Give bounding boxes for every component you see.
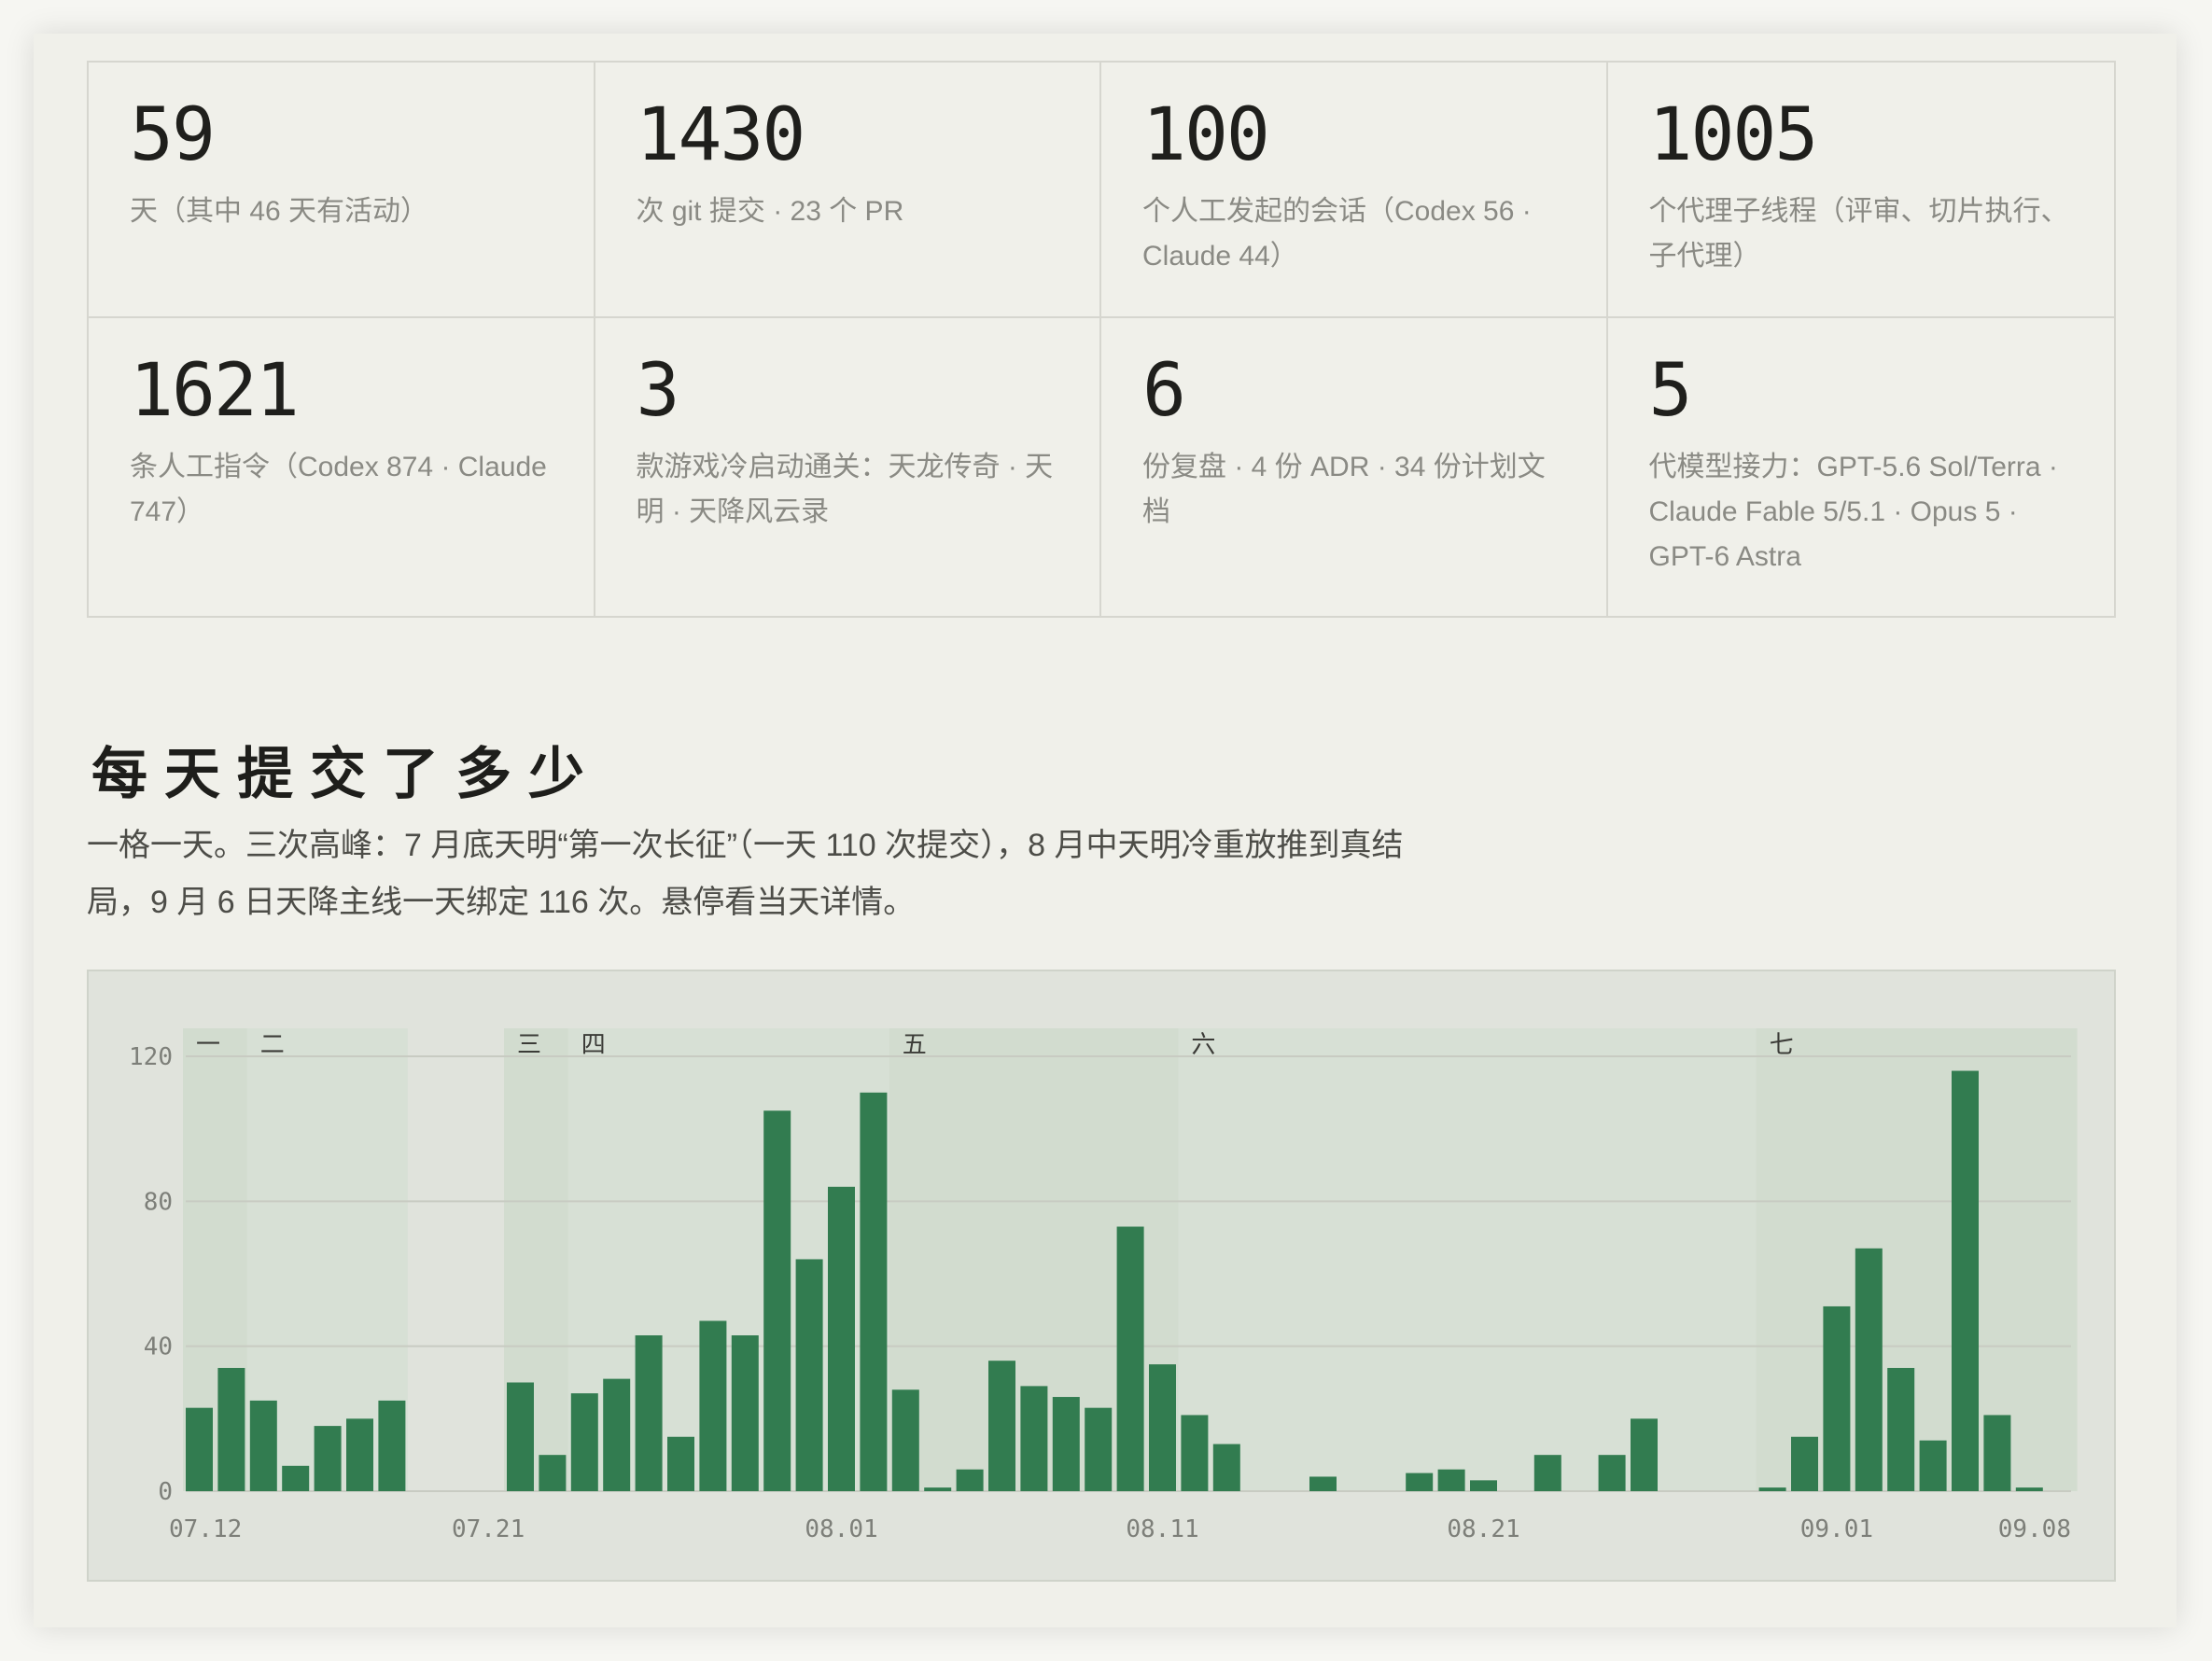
bar-07.26 bbox=[635, 1335, 663, 1491]
stat-desc: 次 git 提交 · 23 个 PR bbox=[636, 196, 904, 227]
stats-grid: 59 天（其中 46 天有活动） 1430 次 git 提交 · 23 个 PR… bbox=[87, 61, 2116, 618]
bar-07.24 bbox=[570, 1393, 598, 1491]
bar-07.16 bbox=[314, 1426, 342, 1491]
stat-number: 100 bbox=[1142, 93, 1270, 177]
stat-number: 5 bbox=[1648, 349, 1693, 433]
bar-08.21 bbox=[1470, 1480, 1497, 1491]
bar-08.02 bbox=[860, 1092, 888, 1491]
bar-08.26 bbox=[1631, 1418, 1658, 1491]
phase-label: 四 bbox=[581, 1031, 606, 1059]
phase-label: 一 bbox=[196, 1031, 220, 1059]
bar-07.14 bbox=[249, 1400, 277, 1491]
bar-08.10 bbox=[1116, 1226, 1144, 1491]
stat-days: 59 天（其中 46 天有活动） bbox=[89, 63, 595, 318]
y-tick-label: 40 bbox=[144, 1333, 173, 1361]
section-subtitle: 一格一天。三次高峰：7 月底天明“第一次长征”（一天 110 次提交），8 月中… bbox=[87, 828, 1404, 920]
bar-08.05 bbox=[956, 1469, 984, 1491]
stat-number: 1005 bbox=[1648, 93, 1819, 177]
bar-07.29 bbox=[731, 1335, 759, 1491]
bar-08.07 bbox=[1020, 1386, 1048, 1491]
stat-games: 3 款游戏冷启动通关：天龙传奇 · 天明 · 天降风云录 bbox=[595, 318, 1101, 616]
bar-08.09 bbox=[1085, 1407, 1113, 1491]
section-title: 每天提交了多少 bbox=[91, 742, 601, 807]
phase-band bbox=[1178, 1028, 1757, 1491]
bar-09.05 bbox=[1952, 1070, 1979, 1491]
x-tick-label: 09.08 bbox=[1998, 1515, 2071, 1543]
phase-label: 三 bbox=[517, 1031, 541, 1059]
stat-number: 59 bbox=[130, 93, 216, 177]
bar-07.23 bbox=[539, 1455, 567, 1491]
bar-08.31 bbox=[1791, 1436, 1818, 1491]
bar-08.03 bbox=[891, 1389, 919, 1491]
bar-08.23 bbox=[1533, 1455, 1561, 1491]
bar-09.04 bbox=[1919, 1440, 1947, 1491]
bar-07.25 bbox=[603, 1378, 631, 1491]
bar-07.17 bbox=[346, 1418, 373, 1491]
bar-07.22 bbox=[507, 1382, 534, 1491]
phase-band bbox=[1756, 1028, 2078, 1491]
bar-08.30 bbox=[1758, 1487, 1786, 1491]
report-card: 59 天（其中 46 天有活动） 1430 次 git 提交 · 23 个 PR… bbox=[34, 34, 2177, 1627]
phase-label: 二 bbox=[260, 1031, 285, 1059]
bar-08.06 bbox=[988, 1361, 1015, 1491]
bar-07.27 bbox=[667, 1436, 694, 1491]
stat-number: 1430 bbox=[636, 93, 806, 177]
commits-bar-chart: 一 二 三 四 五 六 七 0 40 80 120 07.12 07.21 08.01 08.11 08.21… bbox=[129, 1028, 2078, 1543]
phase-label: 五 bbox=[903, 1031, 927, 1059]
y-tick-label: 0 bbox=[158, 1478, 173, 1506]
bar-07.28 bbox=[699, 1320, 727, 1491]
stat-desc: 天（其中 46 天有活动） bbox=[130, 196, 429, 227]
stat-sessions: 100 个人工发起的会话（Codex 56 · Claude 44） bbox=[1101, 63, 1608, 318]
bar-09.03 bbox=[1887, 1367, 1915, 1491]
bar-08.01 bbox=[828, 1186, 855, 1491]
bar-08.25 bbox=[1598, 1455, 1626, 1491]
x-tick-label: 09.01 bbox=[1800, 1515, 1873, 1543]
bar-09.06 bbox=[1983, 1415, 2011, 1491]
stat-commits: 1430 次 git 提交 · 23 个 PR bbox=[595, 63, 1101, 318]
stat-desc: 个人工发起的会话（Codex 56 · Claude 44） bbox=[1142, 196, 1532, 272]
x-tick-label: 08.11 bbox=[1126, 1515, 1198, 1543]
stat-models: 5 代模型接力：GPT-5.6 Sol/Terra · Claude Fable… bbox=[1608, 318, 2115, 616]
stat-instructions: 1621 条人工指令（Codex 874 · Claude 747） bbox=[89, 318, 595, 616]
bar-08.04 bbox=[924, 1487, 952, 1491]
x-tick-label: 08.01 bbox=[805, 1515, 877, 1543]
stat-number: 3 bbox=[636, 349, 680, 433]
commits-chart: 一 二 三 四 五 六 七 0 40 80 120 07.12 07.21 08.01 08.11 08.21… bbox=[87, 970, 2116, 1582]
bar-08.08 bbox=[1052, 1397, 1080, 1491]
stat-subagents: 1005 个代理子线程（评审、切片执行、子代理） bbox=[1607, 63, 2114, 318]
y-tick-label: 80 bbox=[144, 1188, 173, 1216]
phase-label: 六 bbox=[1191, 1031, 1215, 1059]
stat-desc: 条人工指令（Codex 874 · Claude 747） bbox=[130, 452, 547, 527]
stat-desc: 代模型接力：GPT-5.6 Sol/Terra · Claude Fable 5… bbox=[1648, 452, 2058, 572]
stat-number: 1621 bbox=[130, 349, 300, 433]
y-tick-label: 120 bbox=[129, 1043, 173, 1071]
stat-number: 6 bbox=[1142, 349, 1186, 433]
bar-08.16 bbox=[1309, 1476, 1337, 1491]
bar-08.20 bbox=[1437, 1469, 1465, 1491]
stat-desc: 份复盘 · 4 份 ADR · 34 份计划文档 bbox=[1142, 452, 1546, 527]
bar-07.15 bbox=[282, 1465, 310, 1491]
bar-09.02 bbox=[1855, 1248, 1883, 1491]
bar-08.12 bbox=[1181, 1415, 1209, 1491]
stat-desc: 款游戏冷启动通关：天龙传奇 · 天明 · 天降风云录 bbox=[636, 452, 1054, 527]
bar-08.11 bbox=[1149, 1364, 1176, 1491]
bar-09.01 bbox=[1823, 1305, 1851, 1491]
x-tick-label: 08.21 bbox=[1447, 1515, 1519, 1543]
stat-desc: 个代理子线程（评审、切片执行、子代理） bbox=[1648, 196, 2069, 272]
bar-07.12 bbox=[186, 1407, 213, 1491]
bar-07.13 bbox=[217, 1367, 245, 1491]
x-tick-label: 07.21 bbox=[452, 1515, 525, 1543]
bar-08.13 bbox=[1212, 1444, 1240, 1491]
bar-07.30 bbox=[763, 1110, 791, 1491]
bar-08.19 bbox=[1406, 1473, 1434, 1491]
bar-07.31 bbox=[795, 1259, 823, 1491]
bar-07.18 bbox=[378, 1400, 406, 1491]
stat-docs: 6 份复盘 · 4 份 ADR · 34 份计划文档 bbox=[1101, 318, 1608, 616]
x-tick-label: 07.12 bbox=[169, 1515, 242, 1543]
bar-09.07 bbox=[2015, 1487, 2043, 1491]
phase-label: 七 bbox=[1770, 1031, 1794, 1059]
